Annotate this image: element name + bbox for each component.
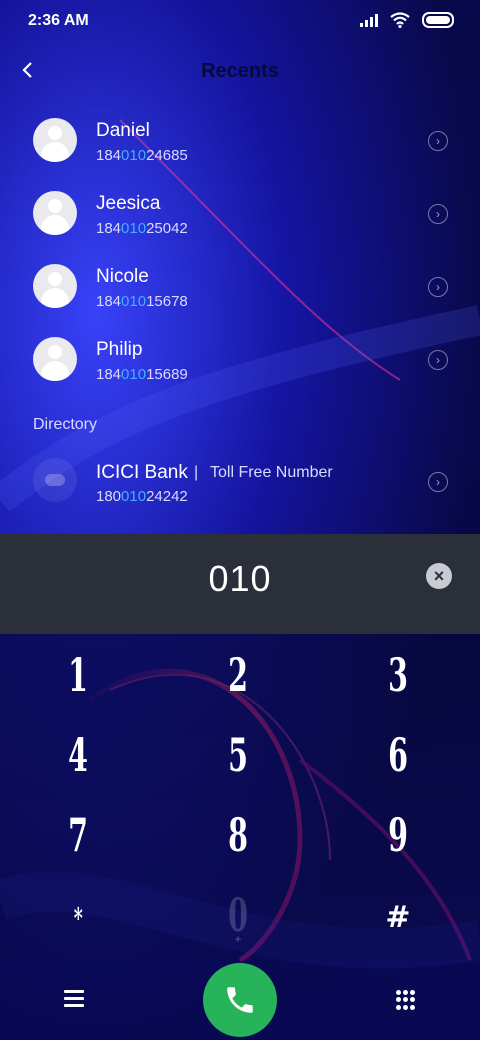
contact-name: Philip	[96, 339, 143, 360]
directory-section-label: Directory	[33, 416, 98, 433]
dialpad-icon[interactable]	[396, 990, 416, 1010]
key-hash[interactable]: #	[338, 874, 458, 954]
cloud-icon	[33, 458, 77, 502]
details-chevron-icon[interactable]: ›	[428, 277, 448, 297]
contact-name: Jeesica	[96, 193, 161, 214]
battery-icon	[422, 12, 454, 28]
key-star[interactable]: *	[18, 874, 138, 954]
contact-number: 18401025042	[96, 220, 188, 237]
bottom-bar	[0, 960, 480, 1040]
clear-icon[interactable]: ×	[426, 563, 452, 589]
avatar	[33, 337, 77, 381]
key-0[interactable]: 0 +	[178, 874, 298, 954]
contact-row[interactable]: Philip 18401015689 ›	[0, 323, 480, 396]
contact-number: 18401015689	[96, 366, 188, 383]
details-chevron-icon[interactable]: ›	[428, 472, 448, 492]
avatar	[33, 191, 77, 235]
directory-separator: |	[194, 464, 199, 481]
directory-number: 18001024242	[96, 488, 188, 505]
recents-list: Daniel 18401024685 › Jeesica 18401025042…	[0, 104, 480, 396]
menu-icon[interactable]	[64, 990, 84, 1007]
wifi-icon	[390, 12, 410, 28]
dial-input[interactable]: 010	[0, 558, 480, 600]
contact-row[interactable]: Jeesica 18401025042 ›	[0, 177, 480, 250]
key-5[interactable]: 5	[178, 714, 298, 794]
key-4[interactable]: 4	[18, 714, 138, 794]
details-chevron-icon[interactable]: ›	[428, 350, 448, 370]
status-bar: 2:36 AM	[0, 0, 480, 44]
directory-row[interactable]: ICICI Bank | Toll Free Number 1800102424…	[0, 448, 480, 521]
contact-row[interactable]: Daniel 18401024685 ›	[0, 104, 480, 177]
contact-number: 18401015678	[96, 293, 188, 310]
details-chevron-icon[interactable]: ›	[428, 204, 448, 224]
contact-number: 18401024685	[96, 147, 188, 164]
directory-name: ICICI Bank	[96, 462, 188, 483]
avatar	[33, 118, 77, 162]
key-1[interactable]: 1	[18, 634, 138, 714]
key-2[interactable]: 2	[178, 634, 298, 714]
key-0-plus: +	[234, 932, 242, 946]
directory-tag: Toll Free Number	[210, 464, 333, 481]
keypad: 1 2 3 4 5 6 7 8 9 * 0 + #	[0, 634, 480, 960]
header: Recents	[0, 44, 480, 104]
call-button[interactable]	[203, 963, 277, 1037]
contact-name: Daniel	[96, 120, 150, 141]
status-time: 2:36 AM	[28, 12, 89, 29]
details-chevron-icon[interactable]: ›	[428, 131, 448, 151]
key-6[interactable]: 6	[338, 714, 458, 794]
key-3[interactable]: 3	[338, 634, 458, 714]
key-7[interactable]: 7	[18, 794, 138, 874]
phone-icon	[227, 987, 253, 1013]
system-icons	[360, 12, 454, 28]
key-9[interactable]: 9	[338, 794, 458, 874]
avatar	[33, 264, 77, 308]
dial-input-bar: 010 ×	[0, 534, 480, 634]
page-title: Recents	[201, 60, 279, 82]
signal-icon	[360, 13, 378, 27]
contact-row[interactable]: Nicole 18401015678 ›	[0, 250, 480, 323]
contact-name: Nicole	[96, 266, 149, 287]
key-8[interactable]: 8	[178, 794, 298, 874]
